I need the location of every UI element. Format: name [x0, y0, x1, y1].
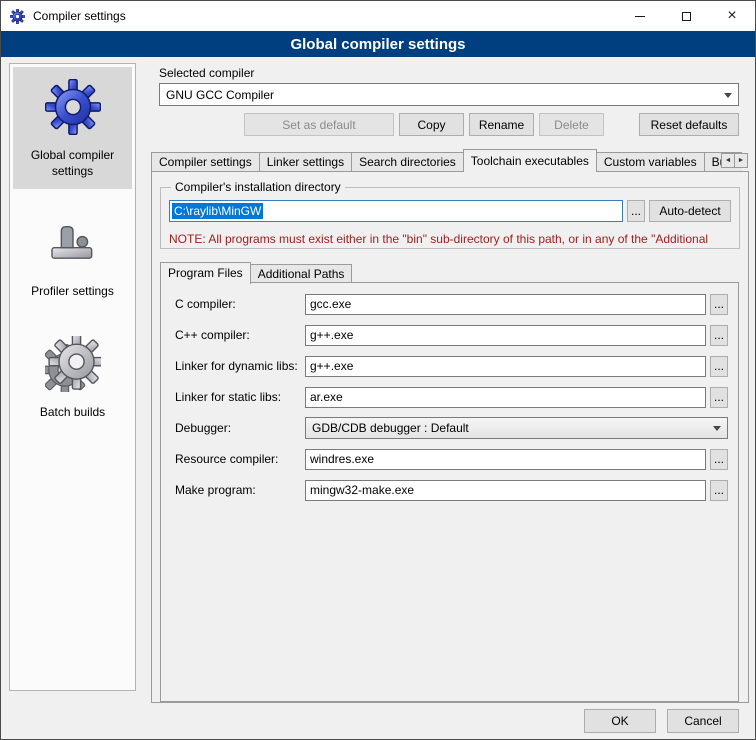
tab-scroll-left-button[interactable]: ◄: [721, 153, 735, 168]
tab-additional-paths[interactable]: Additional Paths: [250, 264, 353, 283]
compiler-actions: Set as default Copy Rename Delete Reset …: [159, 113, 739, 136]
debugger-select[interactable]: GDB/CDB debugger : Default: [305, 417, 728, 439]
maximize-icon: [682, 12, 691, 21]
linker-static-input[interactable]: [305, 387, 706, 408]
field-row-resource-compiler: Resource compiler: ...: [175, 448, 728, 470]
linker-static-browse-button[interactable]: ...: [710, 387, 728, 408]
installation-directory-group-title: Compiler's installation directory: [171, 180, 345, 194]
profiler-tool-icon: [45, 215, 101, 274]
debugger-label: Debugger:: [175, 421, 305, 435]
selected-compiler-label: Selected compiler: [159, 66, 254, 80]
tab-linker-settings[interactable]: Linker settings: [259, 152, 352, 172]
reset-defaults-button[interactable]: Reset defaults: [639, 113, 739, 136]
installation-directory-browse-button[interactable]: ...: [627, 200, 645, 222]
linker-dynamic-label: Linker for dynamic libs:: [175, 359, 305, 373]
program-files-panel: C compiler: ... C++ compiler: ... Linker…: [160, 282, 739, 702]
field-row-make-program: Make program: ...: [175, 479, 728, 501]
settings-category-sidebar: Global compiler settings Profiler settin…: [9, 63, 136, 691]
tab-program-files[interactable]: Program Files: [160, 262, 251, 284]
linker-dynamic-browse-button[interactable]: ...: [710, 356, 728, 377]
c-compiler-input[interactable]: [305, 294, 706, 315]
debugger-select-value: GDB/CDB debugger : Default: [312, 421, 469, 435]
installation-directory-group: Compiler's installation directory C:\ray…: [160, 187, 740, 249]
field-row-c-compiler: C compiler: ...: [175, 293, 728, 315]
tab-scroll-buttons: ◄ ►: [722, 153, 748, 168]
resource-compiler-input[interactable]: [305, 449, 706, 470]
programs-tab-strip: Program Files Additional Paths: [160, 261, 351, 283]
compiler-select[interactable]: GNU GCC Compiler: [159, 83, 739, 106]
toolchain-executables-panel: Compiler's installation directory C:\ray…: [151, 171, 749, 703]
window-title: Compiler settings: [33, 9, 126, 23]
installation-directory-input[interactable]: C:\raylib\MinGW: [169, 200, 623, 222]
caption-buttons: ×: [617, 1, 755, 31]
sidebar-item-label: Global compiler settings: [18, 148, 128, 179]
cpp-compiler-browse-button[interactable]: ...: [710, 325, 728, 346]
bin-subdirectory-note: NOTE: All programs must exist either in …: [169, 232, 738, 246]
installation-directory-row: C:\raylib\MinGW ... Auto-detect: [169, 200, 731, 222]
c-compiler-browse-button[interactable]: ...: [710, 294, 728, 315]
make-program-input[interactable]: [305, 480, 706, 501]
set-as-default-button: Set as default: [244, 113, 394, 136]
delete-button: Delete: [539, 113, 604, 136]
blue-gear-icon: [45, 79, 101, 138]
minimize-icon: [635, 16, 645, 17]
sidebar-item-batch-builds[interactable]: Batch builds: [13, 324, 132, 431]
title-bar: Compiler settings ×: [1, 1, 755, 31]
minimize-button[interactable]: [617, 1, 663, 31]
tab-search-directories[interactable]: Search directories: [351, 152, 464, 172]
gray-gears-icon: [45, 336, 101, 395]
ok-button[interactable]: OK: [584, 709, 656, 733]
linker-dynamic-input[interactable]: [305, 356, 706, 377]
app-gear-icon: [10, 9, 25, 24]
settings-tab-strip: Compiler settings Linker settings Search…: [151, 149, 749, 172]
tab-custom-variables[interactable]: Custom variables: [596, 152, 705, 172]
chevron-down-icon: [713, 426, 721, 435]
dialog-footer: OK Cancel: [584, 709, 739, 733]
installation-directory-selected-text: C:\raylib\MinGW: [172, 203, 263, 219]
field-row-debugger: Debugger: GDB/CDB debugger : Default: [175, 417, 728, 439]
copy-button[interactable]: Copy: [399, 113, 464, 136]
rename-button[interactable]: Rename: [469, 113, 534, 136]
auto-detect-button[interactable]: Auto-detect: [649, 200, 731, 222]
make-program-browse-button[interactable]: ...: [710, 480, 728, 501]
field-row-cpp-compiler: C++ compiler: ...: [175, 324, 728, 346]
tab-scroll-right-button[interactable]: ►: [734, 153, 748, 168]
tab-toolchain-executables[interactable]: Toolchain executables: [463, 149, 597, 172]
sidebar-item-label: Profiler settings: [31, 284, 114, 300]
chevron-down-icon: [724, 93, 732, 102]
make-program-label: Make program:: [175, 483, 305, 497]
linker-static-label: Linker for static libs:: [175, 390, 305, 404]
maximize-button[interactable]: [663, 1, 709, 31]
sidebar-item-profiler-settings[interactable]: Profiler settings: [13, 203, 132, 310]
c-compiler-label: C compiler:: [175, 297, 305, 311]
cancel-button[interactable]: Cancel: [667, 709, 739, 733]
field-row-linker-static: Linker for static libs: ...: [175, 386, 728, 408]
tab-compiler-settings[interactable]: Compiler settings: [151, 152, 260, 172]
cpp-compiler-input[interactable]: [305, 325, 706, 346]
resource-compiler-browse-button[interactable]: ...: [710, 449, 728, 470]
dialog-header: Global compiler settings: [1, 31, 755, 57]
compiler-settings-dialog: Compiler settings × Global compiler sett…: [0, 0, 756, 740]
close-button[interactable]: ×: [709, 1, 755, 31]
resource-compiler-label: Resource compiler:: [175, 452, 305, 466]
compiler-select-value: GNU GCC Compiler: [166, 88, 274, 102]
field-row-linker-dynamic: Linker for dynamic libs: ...: [175, 355, 728, 377]
sidebar-item-global-compiler-settings[interactable]: Global compiler settings: [13, 67, 132, 189]
cpp-compiler-label: C++ compiler:: [175, 328, 305, 342]
sidebar-item-label: Batch builds: [40, 405, 105, 421]
